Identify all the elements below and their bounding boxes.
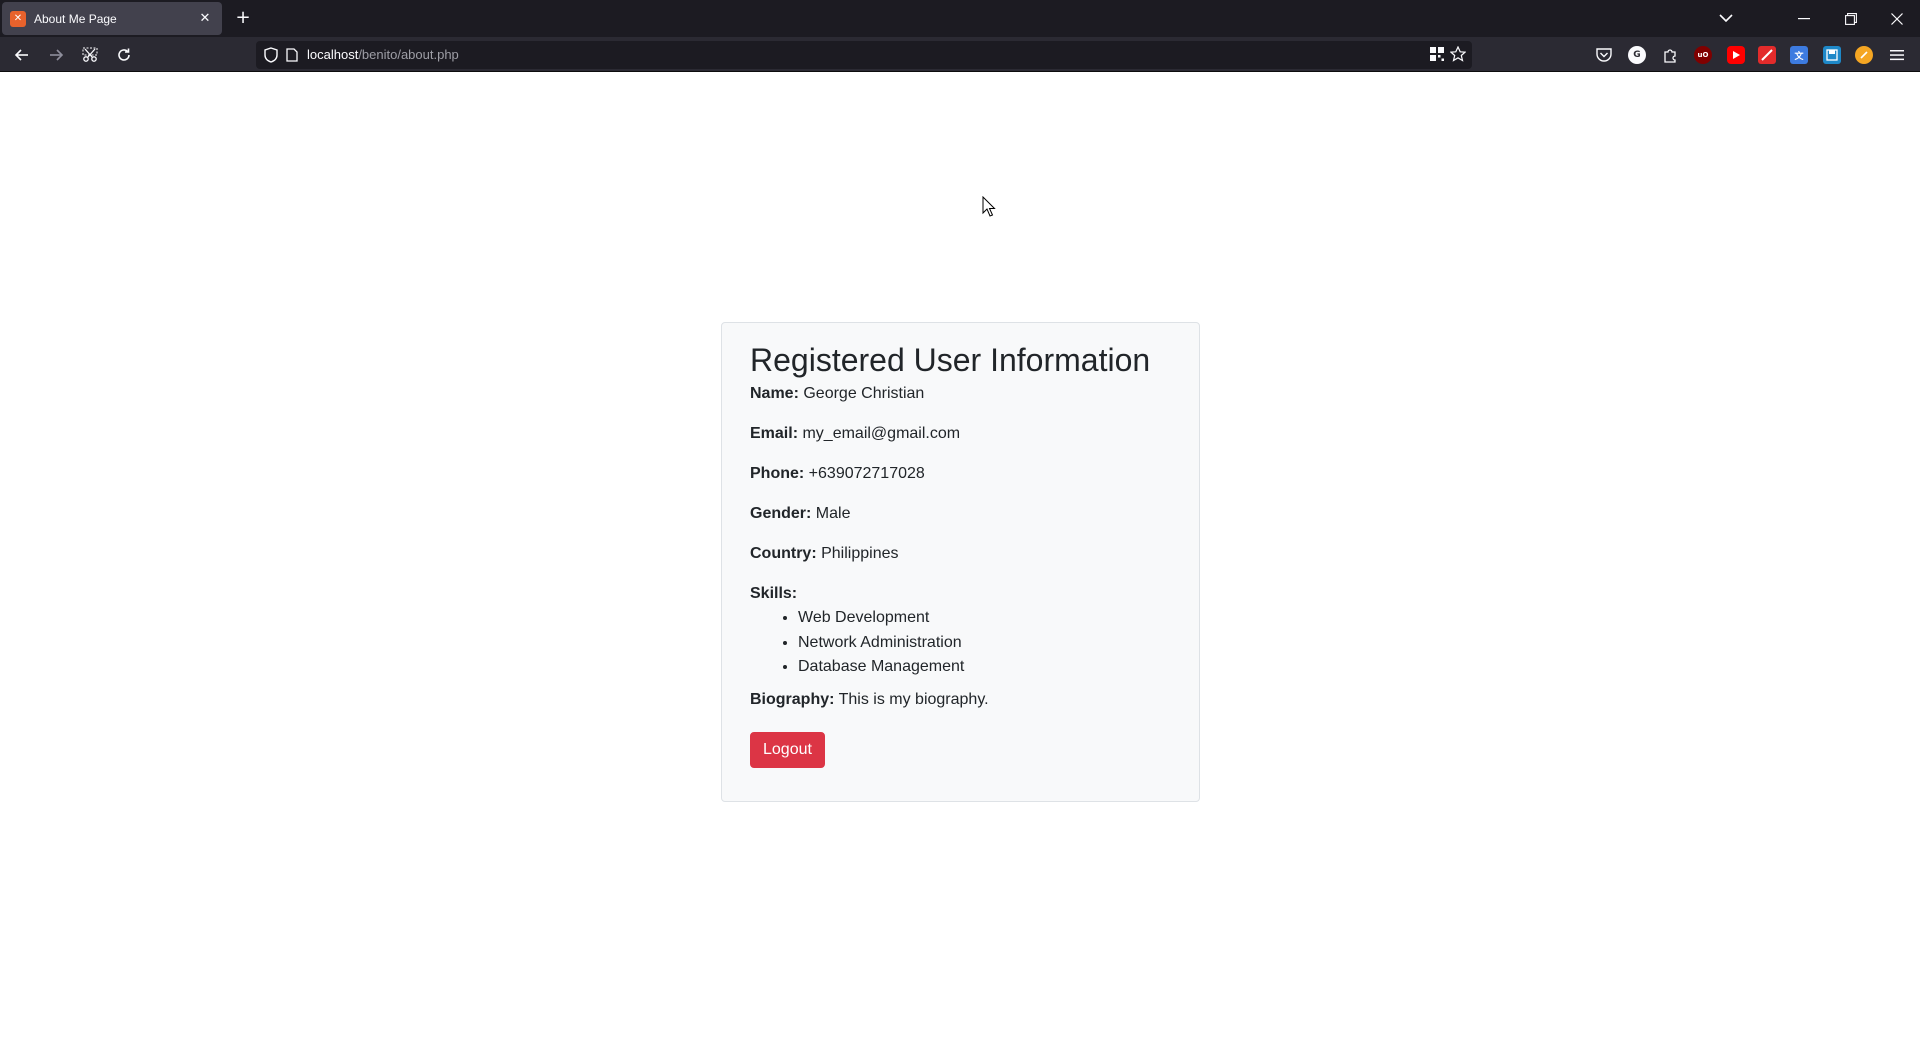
name-row: Name: George Christian xyxy=(750,382,1171,406)
url-host: localhost xyxy=(307,47,359,62)
email-label: Email: xyxy=(750,425,799,443)
scissors-icon xyxy=(82,47,98,62)
page-title: Registered User Information xyxy=(750,342,1151,378)
url-path: /benito/about.php xyxy=(358,47,459,62)
ublock-origin-icon[interactable]: uO xyxy=(1694,46,1712,64)
screenshot-button[interactable] xyxy=(76,41,104,69)
gender-label: Gender: xyxy=(750,505,812,523)
email-value: my_email@gmail.com xyxy=(802,425,961,443)
page-icon[interactable] xyxy=(286,48,298,62)
list-item: Network Administration xyxy=(798,631,1171,656)
skills-list: Web Development Network Administration D… xyxy=(750,606,1171,680)
close-tab-icon[interactable]: ✕ xyxy=(196,11,214,26)
country-row: Country: Philippines xyxy=(750,542,1171,566)
skills-row: Skills: xyxy=(750,582,1171,606)
qr-code-icon[interactable] xyxy=(1430,47,1444,61)
pocket-icon[interactable] xyxy=(1595,46,1613,64)
name-value: George Christian xyxy=(803,385,925,403)
shield-icon[interactable] xyxy=(264,47,278,63)
xampp-icon: ✕ xyxy=(10,10,26,27)
mouse-cursor-icon xyxy=(982,196,996,217)
list-item: Web Development xyxy=(798,606,1171,631)
grammarly-icon[interactable]: G xyxy=(1628,46,1646,64)
forward-arrow-icon xyxy=(50,49,64,61)
gender-value: Male xyxy=(815,505,851,523)
reload-icon xyxy=(118,48,130,61)
restore-button[interactable] xyxy=(1828,0,1874,37)
biography-value: This is my biography. xyxy=(838,690,989,708)
list-item: Database Management xyxy=(798,655,1171,680)
phone-value: +639072717028 xyxy=(808,465,925,483)
biography-label: Biography: xyxy=(750,690,835,708)
restore-icon xyxy=(1845,12,1857,25)
youtube-icon[interactable] xyxy=(1727,46,1745,64)
email-row: Email: my_email@gmail.com xyxy=(750,422,1171,446)
reload-button[interactable] xyxy=(110,41,138,69)
phone-label: Phone: xyxy=(750,465,805,483)
country-label: Country: xyxy=(750,545,817,563)
hamburger-menu-icon[interactable] xyxy=(1888,46,1906,64)
back-arrow-icon xyxy=(14,49,28,61)
highlighter-icon[interactable] xyxy=(1758,46,1776,64)
name-label: Name: xyxy=(750,385,799,403)
browser-tab[interactable]: ✕ About Me Page ✕ xyxy=(2,2,222,35)
url-text[interactable]: localhost/benito/about.php xyxy=(307,47,459,62)
skills-label: Skills: xyxy=(750,585,798,603)
phone-row: Phone: +639072717028 xyxy=(750,462,1171,486)
back-button[interactable] xyxy=(8,41,36,69)
user-info-card: Registered User Information Name: George… xyxy=(721,322,1200,802)
country-value: Philippines xyxy=(821,545,899,563)
tab-bar: ✕ About Me Page ✕ + xyxy=(0,0,1920,37)
logout-button[interactable]: Logout xyxy=(750,731,825,768)
chevron-down-icon xyxy=(1719,14,1733,22)
close-window-button[interactable] xyxy=(1874,0,1920,37)
biography-row: Biography: This is my biography. xyxy=(750,688,1171,712)
orange-circle-extension-icon[interactable] xyxy=(1855,46,1873,64)
tab-title: About Me Page xyxy=(34,11,117,26)
translate-icon[interactable]: 文 xyxy=(1790,46,1808,64)
gender-row: Gender: Male xyxy=(750,502,1171,526)
new-tab-button[interactable]: + xyxy=(232,7,254,29)
address-bar[interactable]: localhost/benito/about.php xyxy=(256,41,1472,69)
list-all-tabs-button[interactable] xyxy=(1715,7,1737,29)
save-disk-icon[interactable] xyxy=(1823,46,1841,64)
close-icon xyxy=(1891,12,1903,25)
extensions-puzzle-icon[interactable] xyxy=(1661,46,1679,64)
minimize-icon xyxy=(1798,17,1810,19)
bookmark-star-icon[interactable] xyxy=(1450,46,1466,62)
navigation-toolbar: localhost/benito/about.php G uO 文 xyxy=(0,37,1920,72)
forward-button[interactable] xyxy=(42,41,70,69)
minimize-button[interactable] xyxy=(1781,0,1827,37)
